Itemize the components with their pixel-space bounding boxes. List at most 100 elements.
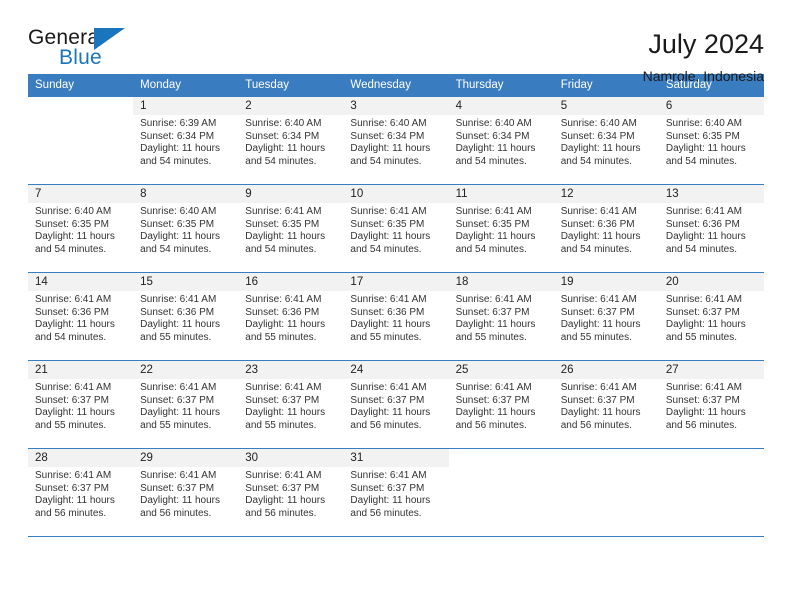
- calendar-day-cell[interactable]: 24 Sunrise: 6:41 AM Sunset: 6:37 PM Dayligh…: [343, 360, 449, 449]
- brand-logo[interactable]: General Blue: [28, 26, 148, 72]
- sunset-text: Sunset: 6:36 PM: [560, 218, 635, 230]
- calendar-day-cell[interactable]: 17 Sunrise: 6:41 AM Sunset: 6:36 PM Dayligh…: [343, 272, 449, 361]
- sunset-text: Sunset: 6:37 PM: [350, 394, 425, 406]
- calendar-day-cell[interactable]: 21 Sunrise: 6:41 AM Sunset: 6:37 PM Dayligh…: [28, 360, 134, 449]
- day-details: Sunrise: 6:40 AM Sunset: 6:35 PM Daylight:…: [133, 203, 238, 256]
- day-cell-inner: 1 Sunrise: 6:39 AM Sunset: 6:34 PM Daylight…: [133, 97, 239, 184]
- daylight-text-line1: Daylight: 11 hours: [560, 231, 641, 243]
- weekday-header-sunday: Sunday: [28, 74, 134, 97]
- calendar-day-cell[interactable]: 30 Sunrise: 6:41 AM Sunset: 6:37 PM Dayligh…: [238, 448, 344, 537]
- sunrise-text: Sunrise: 6:41 AM: [140, 294, 217, 305]
- daylight-text-line1: Daylight: 11 hours: [350, 231, 431, 243]
- sunset-text: Sunset: 6:37 PM: [140, 482, 215, 494]
- day-details: Sunrise: 6:40 AM Sunset: 6:35 PM Daylight:…: [28, 203, 133, 256]
- weekday-header-monday: Monday: [133, 74, 239, 97]
- calendar-day-cell[interactable]: 11 Sunrise: 6:41 AM Sunset: 6:35 PM Dayligh…: [448, 184, 554, 273]
- daylight-text-line2: and 55 minutes.: [455, 331, 527, 343]
- day-details: Sunrise: 6:41 AM Sunset: 6:36 PM Daylight:…: [28, 291, 133, 344]
- day-number: 6: [658, 97, 764, 115]
- calendar-day-cell[interactable]: 29 Sunrise: 6:41 AM Sunset: 6:37 PM Dayligh…: [133, 448, 239, 537]
- calendar-day-cell[interactable]: 28 Sunrise: 6:41 AM Sunset: 6:37 PM Dayligh…: [28, 448, 134, 537]
- daylight-text-line2: and 54 minutes.: [35, 243, 107, 255]
- sunrise-text: Sunrise: 6:40 AM: [350, 118, 427, 129]
- sunset-text: Sunset: 6:37 PM: [560, 306, 635, 318]
- daylight-text-line1: Daylight: 11 hours: [245, 319, 326, 331]
- calendar-day-cell[interactable]: 1 Sunrise: 6:39 AM Sunset: 6:34 PM Daylight…: [133, 96, 239, 185]
- calendar-day-cell[interactable]: 27 Sunrise: 6:41 AM Sunset: 6:37 PM Dayligh…: [658, 360, 764, 449]
- calendar-day-cell[interactable]: 18 Sunrise: 6:41 AM Sunset: 6:37 PM Dayligh…: [448, 272, 554, 361]
- calendar-day-cell[interactable]: 13 Sunrise: 6:41 AM Sunset: 6:36 PM Dayligh…: [658, 184, 764, 273]
- sunset-text: Sunset: 6:36 PM: [245, 306, 320, 318]
- calendar-day-cell[interactable]: 6 Sunrise: 6:40 AM Sunset: 6:35 PM Daylight…: [658, 96, 764, 185]
- sunrise-text: Sunrise: 6:40 AM: [560, 118, 637, 129]
- sunset-text: Sunset: 6:37 PM: [245, 482, 320, 494]
- sunset-text: Sunset: 6:36 PM: [350, 306, 425, 318]
- sunrise-text: Sunrise: 6:41 AM: [140, 470, 217, 481]
- day-number: [449, 449, 554, 467]
- sunrise-text: Sunrise: 6:41 AM: [455, 294, 532, 305]
- day-details: Sunrise: 6:41 AM Sunset: 6:37 PM Daylight:…: [28, 379, 133, 432]
- day-details: Sunrise: 6:41 AM Sunset: 6:37 PM Daylight:…: [238, 379, 343, 432]
- day-number: 18: [448, 273, 554, 291]
- calendar-day-cell[interactable]: 16 Sunrise: 6:41 AM Sunset: 6:36 PM Dayligh…: [238, 272, 344, 361]
- daylight-text-line2: and 54 minutes.: [665, 243, 738, 255]
- day-cell-inner: [28, 97, 133, 184]
- sunset-text: Sunset: 6:37 PM: [455, 306, 530, 318]
- day-cell-inner: 25 Sunrise: 6:41 AM Sunset: 6:37 PM Dayligh…: [448, 361, 554, 448]
- weekday-header-tuesday: Tuesday: [238, 74, 344, 97]
- calendar-day-cell[interactable]: 19 Sunrise: 6:41 AM Sunset: 6:37 PM Dayligh…: [553, 272, 659, 361]
- day-number: 2: [238, 97, 344, 115]
- day-number: 14: [28, 273, 134, 291]
- daylight-text-line2: and 55 minutes.: [140, 419, 212, 431]
- brand-name-blue: Blue: [59, 46, 102, 69]
- calendar-day-cell[interactable]: 23 Sunrise: 6:41 AM Sunset: 6:37 PM Dayligh…: [238, 360, 344, 449]
- sunrise-text: Sunrise: 6:40 AM: [140, 206, 217, 217]
- daylight-text-line2: and 54 minutes.: [455, 243, 527, 255]
- calendar-day-cell[interactable]: 2 Sunrise: 6:40 AM Sunset: 6:34 PM Daylight…: [238, 96, 344, 185]
- daylight-text-line1: Daylight: 11 hours: [350, 319, 431, 331]
- day-cell-inner: 27 Sunrise: 6:41 AM Sunset: 6:37 PM Dayligh…: [658, 361, 764, 448]
- day-number: [554, 449, 659, 467]
- calendar-day-cell[interactable]: 10 Sunrise: 6:41 AM Sunset: 6:35 PM Dayligh…: [343, 184, 449, 273]
- daylight-text-line2: and 56 minutes.: [350, 507, 422, 519]
- day-number: 25: [448, 361, 554, 379]
- day-number: 7: [28, 185, 134, 203]
- calendar-week-row: 21 Sunrise: 6:41 AM Sunset: 6:37 PM Dayligh…: [28, 360, 764, 449]
- calendar-week-row: 28 Sunrise: 6:41 AM Sunset: 6:37 PM Dayligh…: [28, 448, 764, 537]
- day-number: [659, 449, 764, 467]
- day-cell-inner: 7 Sunrise: 6:40 AM Sunset: 6:35 PM Daylight…: [28, 185, 134, 272]
- daylight-text-line2: and 56 minutes.: [665, 419, 738, 431]
- daylight-text-line2: and 56 minutes.: [245, 507, 317, 519]
- daylight-text-line1: Daylight: 11 hours: [140, 231, 220, 243]
- calendar-day-cell[interactable]: 7 Sunrise: 6:40 AM Sunset: 6:35 PM Daylight…: [28, 184, 134, 273]
- calendar-day-cell[interactable]: 5 Sunrise: 6:40 AM Sunset: 6:34 PM Daylight…: [553, 96, 659, 185]
- day-cell-inner: 4 Sunrise: 6:40 AM Sunset: 6:34 PM Daylight…: [448, 97, 554, 184]
- day-number: 15: [133, 273, 239, 291]
- calendar-day-cell[interactable]: 26 Sunrise: 6:41 AM Sunset: 6:37 PM Dayligh…: [553, 360, 659, 449]
- day-details: Sunrise: 6:41 AM Sunset: 6:36 PM Daylight:…: [133, 291, 238, 344]
- page-title: July 2024: [648, 29, 764, 59]
- calendar-day-cell[interactable]: 9 Sunrise: 6:41 AM Sunset: 6:35 PM Daylight…: [238, 184, 344, 273]
- sunset-text: Sunset: 6:37 PM: [35, 394, 109, 406]
- calendar-week-row: 1 Sunrise: 6:39 AM Sunset: 6:34 PM Daylight…: [28, 96, 764, 185]
- day-cell-inner: 29 Sunrise: 6:41 AM Sunset: 6:37 PM Dayligh…: [133, 449, 239, 536]
- calendar-day-cell[interactable]: 8 Sunrise: 6:40 AM Sunset: 6:35 PM Daylight…: [133, 184, 239, 273]
- calendar-day-cell[interactable]: 3 Sunrise: 6:40 AM Sunset: 6:34 PM Daylight…: [343, 96, 449, 185]
- daylight-text-line1: Daylight: 11 hours: [350, 407, 431, 419]
- calendar-day-cell[interactable]: 14 Sunrise: 6:41 AM Sunset: 6:36 PM Dayligh…: [28, 272, 134, 361]
- daylight-text-line2: and 55 minutes.: [350, 331, 422, 343]
- daylight-text-line1: Daylight: 11 hours: [665, 231, 746, 243]
- calendar-week-row: 7 Sunrise: 6:40 AM Sunset: 6:35 PM Daylight…: [28, 184, 764, 273]
- calendar-day-cell[interactable]: 4 Sunrise: 6:40 AM Sunset: 6:34 PM Daylight…: [448, 96, 554, 185]
- daylight-text-line1: Daylight: 11 hours: [245, 231, 326, 243]
- calendar-day-cell[interactable]: 25 Sunrise: 6:41 AM Sunset: 6:37 PM Dayligh…: [448, 360, 554, 449]
- calendar-day-cell[interactable]: 22 Sunrise: 6:41 AM Sunset: 6:37 PM Dayligh…: [133, 360, 239, 449]
- day-cell-inner: 15 Sunrise: 6:41 AM Sunset: 6:36 PM Dayligh…: [133, 273, 239, 360]
- calendar-day-cell[interactable]: 12 Sunrise: 6:41 AM Sunset: 6:36 PM Dayligh…: [553, 184, 659, 273]
- day-details: Sunrise: 6:40 AM Sunset: 6:34 PM Daylight:…: [343, 115, 448, 168]
- calendar-day-cell[interactable]: 20 Sunrise: 6:41 AM Sunset: 6:37 PM Dayligh…: [658, 272, 764, 361]
- daylight-text-line2: and 55 minutes.: [245, 331, 317, 343]
- calendar-day-cell[interactable]: 31 Sunrise: 6:41 AM Sunset: 6:37 PM Dayligh…: [343, 448, 449, 537]
- day-details: Sunrise: 6:39 AM Sunset: 6:34 PM Daylight:…: [133, 115, 238, 168]
- calendar-day-cell[interactable]: 15 Sunrise: 6:41 AM Sunset: 6:36 PM Dayligh…: [133, 272, 239, 361]
